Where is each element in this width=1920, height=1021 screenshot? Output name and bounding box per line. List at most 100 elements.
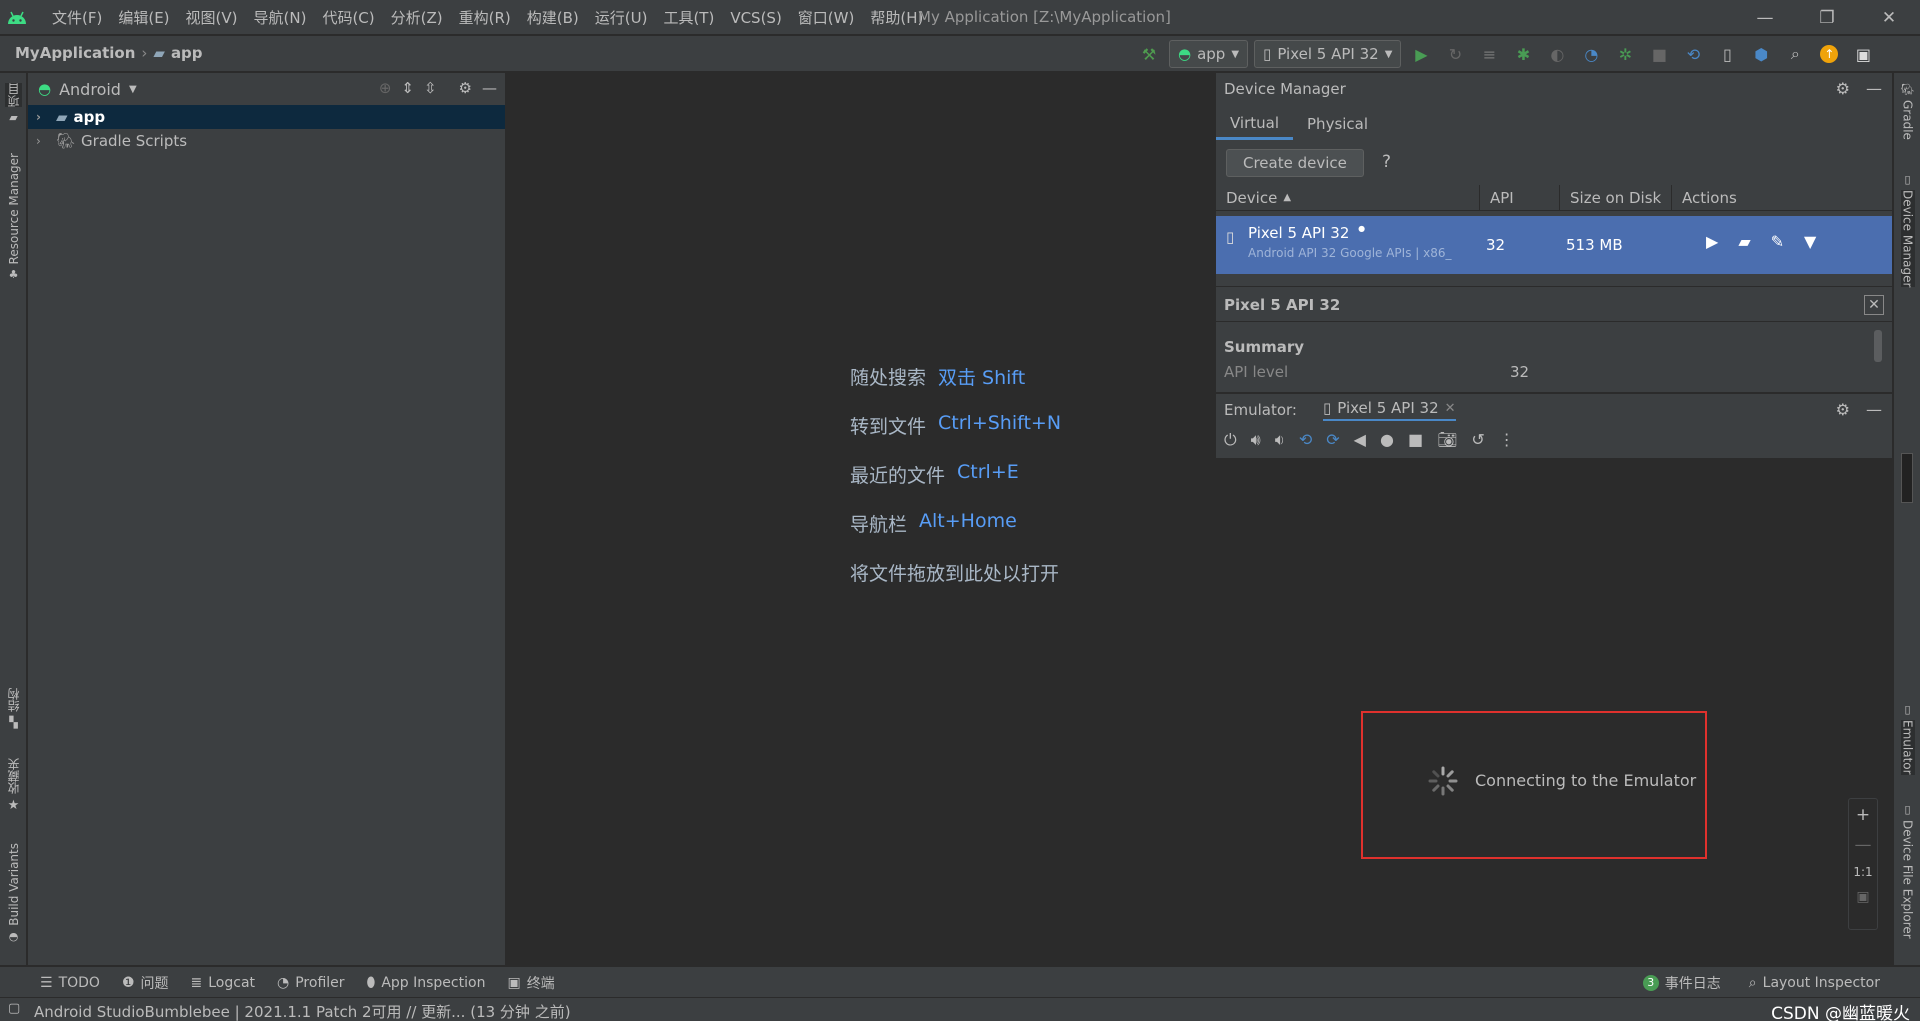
zoom-in-icon[interactable]: + (1856, 805, 1870, 825)
expand-all-icon[interactable]: ⇕ (401, 79, 414, 97)
edit-icon[interactable]: ✎ (1771, 232, 1784, 251)
tool-terminal[interactable]: ▣ 终端 (507, 973, 554, 993)
apply-changes-icon[interactable]: ≡ (1475, 40, 1503, 68)
tool-event-log[interactable]: 3 事件日志 (1642, 973, 1721, 993)
menu-window[interactable]: 窗口(W) (790, 7, 863, 28)
column-device[interactable]: Device ▲ (1216, 185, 1480, 210)
help-icon[interactable]: ? (1382, 152, 1391, 172)
hide-icon[interactable]: — (482, 79, 497, 97)
menu-build[interactable]: 构建(B) (519, 7, 587, 28)
tool-tab-gradle[interactable]: 🐘︎ Gradle (1896, 83, 1919, 140)
zoom-out-icon[interactable]: — (1855, 835, 1872, 855)
tool-problems[interactable]: ❶ 问题 (122, 973, 169, 993)
tool-todo[interactable]: ☰ TODO (40, 973, 100, 993)
rotate-right-icon[interactable]: ⟳ (1326, 430, 1339, 450)
run-icon[interactable]: ▶ (1407, 40, 1435, 68)
rotate-left-icon[interactable]: ⟲ (1299, 430, 1312, 450)
build-hammer-icon[interactable]: ⚒ (1135, 40, 1163, 68)
menu-refactor[interactable]: 重构(R) (451, 7, 519, 28)
volume-up-icon[interactable]: 🔊︎ (1251, 430, 1261, 450)
power-icon[interactable]: ⏻ (1224, 430, 1237, 450)
menu-run[interactable]: 运行(U) (587, 7, 656, 28)
tool-layout-inspector[interactable]: ⌕ Layout Inspector (1749, 973, 1880, 993)
sdk-manager-icon[interactable]: ⬢ (1747, 40, 1775, 68)
close-icon[interactable]: ✕ (1445, 401, 1456, 416)
tool-tab-device-manager[interactable]: ▯ Device Manager (1896, 173, 1919, 288)
menu-analyze[interactable]: 分析(Z) (383, 7, 451, 28)
restore-icon[interactable]: ❐ (1796, 0, 1858, 35)
snapshot-icon[interactable]: ↺ (1471, 430, 1484, 450)
tab-virtual[interactable]: Virtual (1216, 108, 1294, 140)
emulator-canvas[interactable]: Connecting to the Emulator + — 1:1 ▣ (1216, 458, 1892, 965)
menu-navigate[interactable]: 导航(N) (246, 7, 315, 28)
tool-tab-build-variants[interactable]: Build Variants ◓ (2, 843, 25, 943)
launch-icon[interactable]: ▶ (1706, 232, 1718, 251)
tool-logcat[interactable]: ≣ Logcat (191, 973, 256, 993)
menu-view[interactable]: 视图(V) (178, 7, 246, 28)
menu-tools[interactable]: 工具(T) (655, 7, 722, 28)
gear-icon[interactable]: ⚙ (1836, 400, 1850, 419)
project-view-select[interactable]: Android (59, 80, 121, 99)
update-icon[interactable]: ↑ (1815, 40, 1843, 68)
column-size-on-disk[interactable]: Size on Disk (1560, 185, 1672, 210)
tree-item-app[interactable]: › ▰ app (28, 105, 505, 129)
rerun-icon[interactable]: ↻ (1441, 40, 1469, 68)
zoom-actual-size[interactable]: 1:1 (1853, 865, 1872, 879)
tool-tab-favorites[interactable]: 收藏夹 ★ (2, 758, 25, 813)
hide-icon[interactable]: — (1866, 79, 1882, 98)
details-scrollbar[interactable] (1874, 330, 1882, 362)
chevron-right-icon[interactable]: › (36, 110, 50, 124)
column-api[interactable]: API (1480, 185, 1560, 210)
tool-tab-structure[interactable]: 结构 ▚ (2, 688, 25, 729)
chevron-right-icon[interactable]: › (36, 134, 50, 148)
avatar[interactable]: ▣ (1849, 40, 1877, 68)
locate-icon[interactable]: ⊕ (379, 79, 392, 97)
device-select[interactable]: ▯ Pixel 5 API 32 ▼ (1254, 40, 1402, 68)
menu-vcs[interactable]: VCS(S) (722, 9, 789, 27)
search-icon[interactable]: ⌕ (1781, 40, 1809, 68)
tool-tab-emulator[interactable]: ▯ Emulator (1896, 703, 1919, 775)
overview-icon[interactable]: ■ (1408, 430, 1423, 450)
breadcrumb-project[interactable]: MyApplication (15, 44, 135, 62)
hide-icon[interactable]: — (1866, 400, 1882, 419)
profile-icon[interactable]: ◔ (1577, 40, 1605, 68)
close-icon[interactable]: ✕ (1864, 295, 1884, 315)
status-message[interactable]: Android StudioBumblebee | 2021.1.1 Patch… (34, 1001, 571, 1021)
zoom-fit-icon[interactable]: ▣ (1856, 889, 1869, 905)
attach-debugger-icon[interactable]: ✲ (1611, 40, 1639, 68)
home-icon[interactable]: ● (1380, 430, 1394, 450)
device-manager-icon[interactable]: ▯ (1713, 40, 1741, 68)
tree-item-gradle-scripts[interactable]: › 🐘︎ Gradle Scripts (28, 129, 505, 153)
tool-tab-project[interactable]: 项目 ▰ (2, 83, 25, 124)
create-device-button[interactable]: Create device (1226, 149, 1364, 177)
camera-icon[interactable]: 📷︎ (1437, 430, 1457, 450)
run-config-select[interactable]: ◓ app ▼ (1169, 40, 1249, 68)
device-row[interactable]: ▯ Pixel 5 API 32 ● Android API 32 Google… (1216, 216, 1892, 274)
chevron-down-icon[interactable]: ▼ (129, 84, 137, 95)
gear-icon[interactable]: ⚙ (1836, 79, 1850, 98)
coverage-icon[interactable]: ◐ (1543, 40, 1571, 68)
tab-physical[interactable]: Physical (1293, 108, 1382, 140)
tool-app-inspection[interactable]: ⬮ App Inspection (367, 973, 486, 993)
sync-gradle-icon[interactable]: ⟲ (1679, 40, 1707, 68)
gear-icon[interactable]: ⚙ (459, 79, 472, 97)
tool-tab-device-file-explorer[interactable]: ▯ Device File Explorer (1896, 803, 1919, 939)
toggle-tool-windows-icon[interactable]: ▢ (8, 1001, 20, 1016)
column-actions[interactable]: Actions (1672, 185, 1892, 210)
minimize-icon[interactable]: — (1734, 0, 1796, 35)
stop-icon[interactable]: ■ (1645, 40, 1673, 68)
menu-code[interactable]: 代码(C) (314, 7, 382, 28)
tool-profiler[interactable]: ◔ Profiler (277, 973, 345, 993)
emulator-tab[interactable]: ▯ Pixel 5 API 32 ✕ (1322, 399, 1456, 421)
close-icon[interactable]: ✕ (1858, 0, 1920, 35)
open-folder-icon[interactable]: ▰ (1738, 232, 1750, 251)
debug-icon[interactable]: ✱ (1509, 40, 1537, 68)
tool-tab-resource-manager[interactable]: Resource Manager ♣ (2, 153, 25, 281)
menu-edit[interactable]: 编辑(E) (110, 7, 177, 28)
back-icon[interactable]: ◀ (1354, 430, 1366, 450)
menu-file[interactable]: 文件(F) (44, 7, 110, 28)
more-icon[interactable]: ⋮ (1499, 430, 1515, 450)
collapse-all-icon[interactable]: ⇳ (424, 79, 437, 97)
more-chevron-down-icon[interactable]: ▼ (1804, 232, 1816, 251)
volume-down-icon[interactable]: 🔉︎ (1275, 430, 1285, 450)
